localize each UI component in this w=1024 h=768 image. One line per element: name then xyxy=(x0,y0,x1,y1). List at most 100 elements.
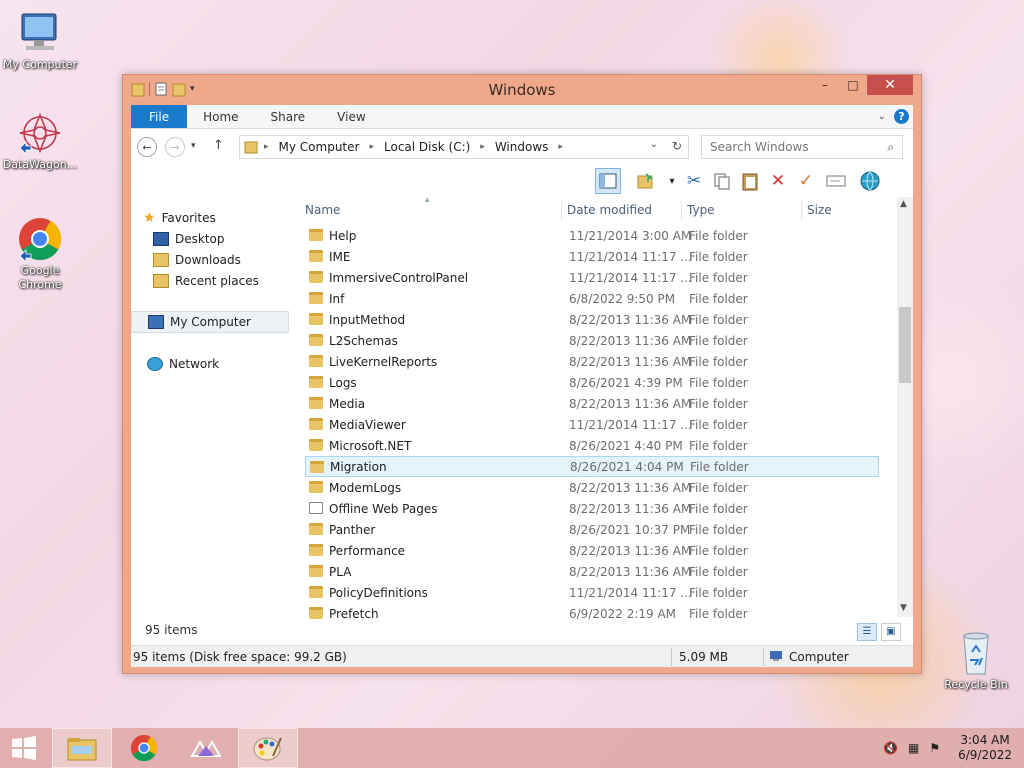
folder-icon xyxy=(309,376,323,388)
column-divider[interactable] xyxy=(561,201,562,221)
minimize-button[interactable]: – xyxy=(811,75,839,95)
desktop-icon-datawagon[interactable]: DataWagon... xyxy=(0,110,80,172)
column-divider[interactable] xyxy=(801,201,802,221)
volume-muted-icon[interactable]: 🔇 xyxy=(883,741,898,755)
help-icon[interactable]: ? xyxy=(894,109,909,124)
forward-arrow-icon: → xyxy=(170,140,180,154)
breadcrumb-windows[interactable]: Windows xyxy=(495,140,549,154)
tab-view[interactable]: View xyxy=(321,105,381,128)
desktop-icon-recycle-bin[interactable]: Recycle Bin xyxy=(936,630,1016,692)
table-row[interactable]: Media 8/22/2013 11:36 AM File folder xyxy=(305,393,879,414)
desktop-icon-label: My Computer xyxy=(2,58,78,71)
copy-icon[interactable] xyxy=(709,168,735,194)
action-center-icon[interactable]: ⚑ xyxy=(929,741,940,755)
forward-button[interactable]: → xyxy=(165,137,185,157)
taskbar-chrome[interactable] xyxy=(114,728,174,768)
refresh-icon[interactable]: ↻ xyxy=(672,139,682,153)
breadcrumb-separator-icon: ▸ xyxy=(480,142,485,152)
file-date: 8/22/2013 11:36 AM xyxy=(569,480,692,495)
navigation-pane: ★ Favorites Desktop Downloads Recent pla… xyxy=(131,197,291,617)
details-view-icon[interactable]: ☰ xyxy=(857,623,877,641)
vertical-scrollbar[interactable]: ▲ ▼ xyxy=(897,197,913,617)
network-status-icon[interactable]: ▦ xyxy=(908,741,919,755)
customize-qat-icon[interactable]: ▾ xyxy=(190,84,195,94)
address-field[interactable]: ▸ My Computer ▸ Local Disk (C:) ▸ Window… xyxy=(239,135,689,159)
move-to-icon[interactable] xyxy=(633,168,659,194)
table-row[interactable]: Migration 8/26/2021 4:04 PM File folder xyxy=(305,456,879,477)
table-row[interactable]: Inf 6/8/2022 9:50 PM File folder xyxy=(305,288,879,309)
table-row[interactable]: Performance 8/22/2013 11:36 AM File folder xyxy=(305,540,879,561)
column-header-type[interactable]: Type xyxy=(687,197,715,223)
title-bar[interactable]: ▾ Windows – □ ✕ xyxy=(123,75,921,105)
expand-ribbon-icon[interactable]: ⌄ xyxy=(878,111,886,122)
file-date: 8/26/2021 4:40 PM xyxy=(569,438,683,453)
taskbar: 🔇 ▦ ⚑ 3:04 AM 6/9/2022 xyxy=(0,728,1024,768)
nav-favorites[interactable]: ★ Favorites xyxy=(143,207,301,229)
table-row[interactable]: Logs 8/26/2021 4:39 PM File folder xyxy=(305,372,879,393)
column-header-size[interactable]: Size xyxy=(807,197,832,223)
search-icon[interactable]: ⌕ xyxy=(887,140,894,155)
scroll-up-icon[interactable]: ▲ xyxy=(900,199,907,209)
table-row[interactable]: Panther 8/26/2021 10:37 PM File folder xyxy=(305,519,879,540)
new-folder-icon[interactable] xyxy=(172,81,186,97)
scrollbar-thumb[interactable] xyxy=(899,307,911,383)
column-header-name[interactable]: Name xyxy=(305,197,340,223)
file-name: Migration xyxy=(330,459,387,474)
file-type: File folder xyxy=(689,228,748,243)
address-dropdown-icon[interactable]: ⌄ xyxy=(650,139,658,150)
nav-recent-places[interactable]: Recent places xyxy=(153,270,311,292)
recent-locations-icon[interactable]: ▾ xyxy=(191,141,196,151)
file-type: File folder xyxy=(689,333,748,348)
tab-home[interactable]: Home xyxy=(187,105,254,128)
table-row[interactable]: PolicyDefinitions 11/21/2014 11:17 ... Fil… xyxy=(305,582,879,603)
rename-field-icon[interactable] xyxy=(823,168,849,194)
file-date: 8/22/2013 11:36 AM xyxy=(569,333,692,348)
maximize-button[interactable]: □ xyxy=(839,75,867,95)
breadcrumb-separator-icon: ▸ xyxy=(369,142,374,152)
delete-icon[interactable]: ✕ xyxy=(765,168,791,194)
tab-share[interactable]: Share xyxy=(255,105,322,128)
nav-downloads[interactable]: Downloads xyxy=(153,249,311,271)
file-type: File folder xyxy=(689,501,748,516)
table-row[interactable]: L2Schemas 8/22/2013 11:36 AM File folder xyxy=(305,330,879,351)
table-row[interactable]: PLA 8/22/2013 11:36 AM File folder xyxy=(305,561,879,582)
clock[interactable]: 3:04 AM 6/9/2022 xyxy=(958,733,1012,763)
desktop-icon-my-computer[interactable]: My Computer xyxy=(0,10,80,72)
table-row[interactable]: InputMethod 8/22/2013 11:36 AM File folder xyxy=(305,309,879,330)
large-icons-view-icon[interactable]: ▣ xyxy=(881,623,901,641)
search-input[interactable]: Search Windows ⌕ xyxy=(701,135,903,159)
tab-file[interactable]: File xyxy=(131,105,188,128)
table-row[interactable]: ModemLogs 8/22/2013 11:36 AM File folder xyxy=(305,477,879,498)
table-row[interactable]: Microsoft.NET 8/26/2021 4:40 PM File folde… xyxy=(305,435,879,456)
taskbar-datawagon[interactable] xyxy=(176,728,236,768)
cut-icon[interactable]: ✂ xyxy=(681,168,707,194)
table-row[interactable]: Prefetch 6/9/2022 2:19 AM File folder xyxy=(305,603,879,624)
rename-check-icon[interactable]: ✓ xyxy=(793,168,819,194)
clock-date: 6/9/2022 xyxy=(958,748,1012,762)
back-button[interactable]: ← xyxy=(137,137,157,157)
desktop-icon-google-chrome[interactable]: Google Chrome xyxy=(0,216,80,292)
scroll-down-icon[interactable]: ▼ xyxy=(900,603,907,613)
table-row[interactable]: IME 11/21/2014 11:17 ... File folder xyxy=(305,246,879,267)
breadcrumb-my-computer[interactable]: My Computer xyxy=(279,140,360,154)
properties-icon[interactable] xyxy=(154,81,168,97)
up-arrow-icon[interactable]: ↑ xyxy=(213,138,224,153)
column-divider[interactable] xyxy=(681,201,682,221)
column-header-date[interactable]: Date modified xyxy=(567,197,652,223)
nav-network[interactable]: Network xyxy=(147,353,305,375)
taskbar-paint[interactable] xyxy=(238,728,298,768)
table-row[interactable]: ImmersiveControlPanel 11/21/2014 11:17 ..… xyxy=(305,267,879,288)
breadcrumb-local-disk[interactable]: Local Disk (C:) xyxy=(384,140,470,154)
nav-my-computer[interactable]: My Computer xyxy=(131,311,289,333)
taskbar-file-explorer[interactable] xyxy=(52,728,112,768)
globe-icon[interactable] xyxy=(857,168,883,194)
table-row[interactable]: Help 11/21/2014 3:00 AM File folder xyxy=(305,225,879,246)
table-row[interactable]: Offline Web Pages 8/22/2013 11:36 AM File … xyxy=(305,498,879,519)
preview-pane-icon[interactable] xyxy=(595,168,621,194)
nav-desktop[interactable]: Desktop xyxy=(153,228,311,250)
close-button[interactable]: ✕ xyxy=(867,75,913,95)
table-row[interactable]: MediaViewer 11/21/2014 11:17 ... File fold… xyxy=(305,414,879,435)
table-row[interactable]: LiveKernelReports 8/22/2013 11:36 AM File … xyxy=(305,351,879,372)
paste-icon[interactable] xyxy=(737,168,763,194)
start-button[interactable] xyxy=(0,728,48,768)
